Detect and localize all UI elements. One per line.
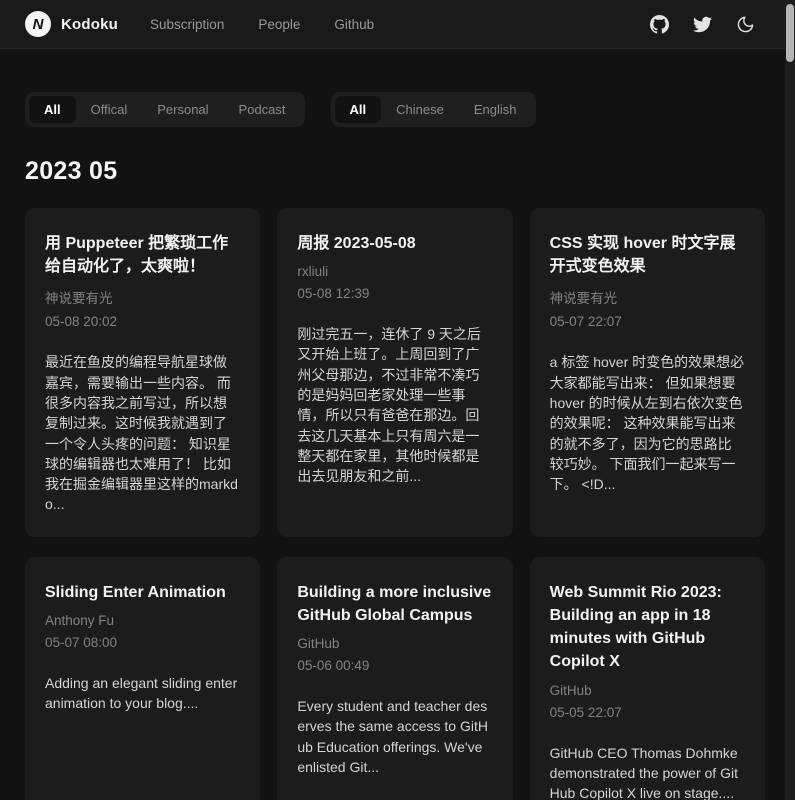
moon-icon[interactable] bbox=[736, 15, 755, 34]
post-excerpt: 刚过完五一，连休了 9 天之后又开始上班了。上周回到了广州父母那边，不过非常不凑… bbox=[297, 324, 492, 486]
nav-link-subscription[interactable]: Subscription bbox=[150, 17, 224, 32]
post-card[interactable]: Building a more inclusive GitHub Global … bbox=[277, 557, 512, 800]
filter-group-language: All Chinese English bbox=[331, 92, 536, 127]
github-icon[interactable] bbox=[650, 15, 669, 34]
post-title: Building a more inclusive GitHub Global … bbox=[297, 581, 492, 627]
navbar: N Kodoku Subscription People Github bbox=[0, 0, 795, 49]
logo-icon: N bbox=[25, 11, 51, 37]
brand[interactable]: N Kodoku bbox=[25, 11, 118, 37]
nav-links: Subscription People Github bbox=[150, 17, 374, 32]
post-title: 周报 2023-05-08 bbox=[297, 232, 492, 255]
post-card[interactable]: 用 Puppeteer 把繁琐工作给自动化了，太爽啦！ 神说要有光 05-08 … bbox=[25, 208, 260, 537]
twitter-icon[interactable] bbox=[693, 15, 712, 34]
post-card[interactable]: Web Summit Rio 2023: Building an app in … bbox=[530, 557, 765, 800]
section-title: 2023 05 bbox=[25, 157, 765, 186]
post-excerpt: 最近在鱼皮的编程导航星球做嘉宾，需要输出一些内容。 而很多内容我之前写过，所以想… bbox=[45, 352, 240, 514]
post-title: CSS 实现 hover 时文字展开式变色效果 bbox=[550, 232, 745, 278]
filter-category-offical[interactable]: Offical bbox=[76, 96, 143, 123]
post-author: GitHub bbox=[297, 636, 492, 651]
post-title: Sliding Enter Animation bbox=[45, 581, 240, 604]
post-excerpt: Every student and teacher deserves the s… bbox=[297, 696, 492, 777]
post-excerpt: GitHub CEO Thomas Dohmke demonstrated th… bbox=[550, 743, 745, 800]
scrollbar-thumb[interactable] bbox=[786, 4, 794, 62]
post-title: Web Summit Rio 2023: Building an app in … bbox=[550, 581, 745, 674]
filter-category-podcast[interactable]: Podcast bbox=[224, 96, 301, 123]
post-date: 05-08 20:02 bbox=[45, 314, 240, 329]
post-excerpt: Adding an elegant sliding enter animatio… bbox=[45, 673, 240, 714]
post-author: GitHub bbox=[550, 683, 745, 698]
filter-language-english[interactable]: English bbox=[459, 96, 532, 123]
post-author: 神说要有光 bbox=[550, 287, 745, 307]
post-author: rxliuli bbox=[297, 264, 492, 279]
filter-category-all[interactable]: All bbox=[29, 96, 76, 123]
post-author: Anthony Fu bbox=[45, 613, 240, 628]
nav-link-people[interactable]: People bbox=[258, 17, 300, 32]
post-card[interactable]: CSS 实现 hover 时文字展开式变色效果 神说要有光 05-07 22:0… bbox=[530, 208, 765, 537]
post-date: 05-05 22:07 bbox=[550, 705, 745, 720]
nav-link-github[interactable]: Github bbox=[334, 17, 374, 32]
post-card[interactable]: Sliding Enter Animation Anthony Fu 05-07… bbox=[25, 557, 260, 800]
filter-language-all[interactable]: All bbox=[335, 96, 382, 123]
filter-language-chinese[interactable]: Chinese bbox=[381, 96, 459, 123]
brand-name: Kodoku bbox=[61, 16, 118, 33]
card-grid: 用 Puppeteer 把繁琐工作给自动化了，太爽啦！ 神说要有光 05-08 … bbox=[25, 208, 765, 800]
post-excerpt: a 标签 hover 时变色的效果想必大家都能写出来： 但如果想要 hover … bbox=[550, 352, 745, 494]
filter-group-category: All Offical Personal Podcast bbox=[25, 92, 305, 127]
filter-row: All Offical Personal Podcast All Chinese… bbox=[25, 92, 765, 127]
post-date: 05-06 00:49 bbox=[297, 658, 492, 673]
post-title: 用 Puppeteer 把繁琐工作给自动化了，太爽啦！ bbox=[45, 232, 240, 278]
filter-category-personal[interactable]: Personal bbox=[142, 96, 223, 123]
scrollbar[interactable] bbox=[785, 0, 795, 800]
post-date: 05-07 08:00 bbox=[45, 635, 240, 650]
post-card[interactable]: 周报 2023-05-08 rxliuli 05-08 12:39 刚过完五一，… bbox=[277, 208, 512, 537]
post-author: 神说要有光 bbox=[45, 287, 240, 307]
post-date: 05-08 12:39 bbox=[297, 286, 492, 301]
post-date: 05-07 22:07 bbox=[550, 314, 745, 329]
main-content: All Offical Personal Podcast All Chinese… bbox=[0, 92, 795, 800]
nav-actions bbox=[650, 15, 755, 34]
